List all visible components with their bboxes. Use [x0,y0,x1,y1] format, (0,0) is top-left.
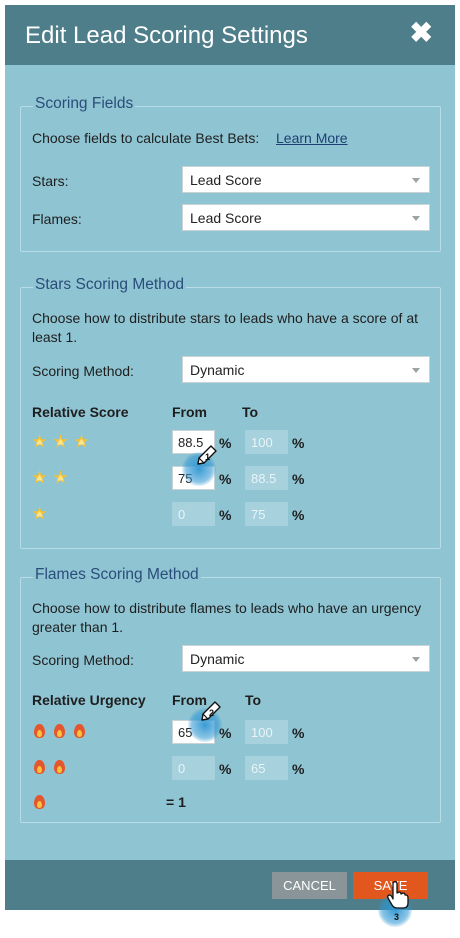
flames-2-from-input: 0 [172,756,215,780]
cancel-button[interactable]: CANCEL [272,872,347,899]
stars-method-legend: Stars Scoring Method [33,276,187,294]
stars-method-panel: Stars Scoring Method Choose how to distr… [20,276,441,549]
stars-1-to-input: 75 [245,502,288,526]
stars-1-from-input: 0 [172,502,215,526]
percent-sign: % [219,471,232,487]
flames-method-label: Scoring Method: [32,652,134,668]
flames-to-header: To [245,692,262,708]
chevron-down-icon [412,657,420,662]
flames-2-to-input: 65 [245,756,288,780]
stars-method-value: Dynamic [190,362,245,378]
flames-method-select[interactable]: Dynamic [182,645,430,672]
chevron-down-icon [412,178,420,183]
percent-sign: % [219,435,232,451]
stars-method-description: Choose how to distribute stars to leads … [32,310,418,345]
flames-1-equals: = 1 [166,794,186,810]
percent-sign: % [292,761,305,777]
star-icon [32,434,47,448]
flame-icon [34,760,45,774]
chevron-down-icon [412,368,420,373]
star-icon [74,434,89,448]
flame-icon [54,724,65,738]
percent-sign: % [219,761,232,777]
percent-sign: % [292,471,305,487]
flames-field-value: Lead Score [190,210,262,226]
relative-urgency-header: Relative Urgency [32,692,146,708]
scoring-fields-panel: Scoring Fields Choose fields to calculat… [20,95,441,252]
scoring-fields-legend: Scoring Fields [33,95,136,113]
dialog-titlebar: Edit Lead Scoring Settings ✖ [5,5,455,65]
dialog-body: Scoring Fields Choose fields to calculat… [5,65,455,860]
stars-from-header: From [172,404,207,420]
flames-3-to-input: 100 [245,720,288,744]
relative-score-header: Relative Score [32,404,129,420]
flame-icon [74,724,85,738]
close-icon[interactable]: ✖ [410,19,433,47]
flames-method-description: Choose how to distribute flames to leads… [32,600,422,635]
flames-method-value: Dynamic [190,651,245,667]
hand-pointer-icon [387,881,409,909]
star-icon [53,470,68,484]
stars-field-value: Lead Score [190,172,262,188]
edit-lead-scoring-dialog: Edit Lead Scoring Settings ✖ Scoring Fie… [5,5,455,910]
chevron-down-icon [412,216,420,221]
star-icon [53,434,68,448]
stars-method-label: Scoring Method: [32,363,134,379]
stars-3-to-input: 100 [245,430,288,454]
percent-sign: % [292,725,305,741]
flames-field-select[interactable]: Lead Score [182,204,430,231]
scoring-fields-prompt: Choose fields to calculate Best Bets: [32,130,260,146]
step-1-number: 1 [205,452,211,462]
percent-sign: % [292,507,305,523]
dialog-title: Edit Lead Scoring Settings [25,22,308,49]
flame-icon [54,760,65,774]
step-3-number: 3 [394,912,400,922]
star-icon [32,470,47,484]
stars-field-select[interactable]: Lead Score [182,166,430,193]
step-2-number: 2 [209,708,215,718]
flames-method-panel: Flames Scoring Method Choose how to dist… [20,566,441,823]
flame-icon [34,724,45,738]
percent-sign: % [292,435,305,451]
flames-field-label: Flames: [32,211,82,227]
learn-more-link[interactable]: Learn More [276,130,348,146]
stars-2-to-input: 88.5 [245,466,288,490]
stars-method-select[interactable]: Dynamic [182,356,430,383]
stars-to-header: To [242,404,259,420]
percent-sign: % [219,507,232,523]
star-icon [32,506,47,520]
flame-icon [34,795,45,809]
stars-field-label: Stars: [32,173,69,189]
flames-method-legend: Flames Scoring Method [33,566,201,584]
